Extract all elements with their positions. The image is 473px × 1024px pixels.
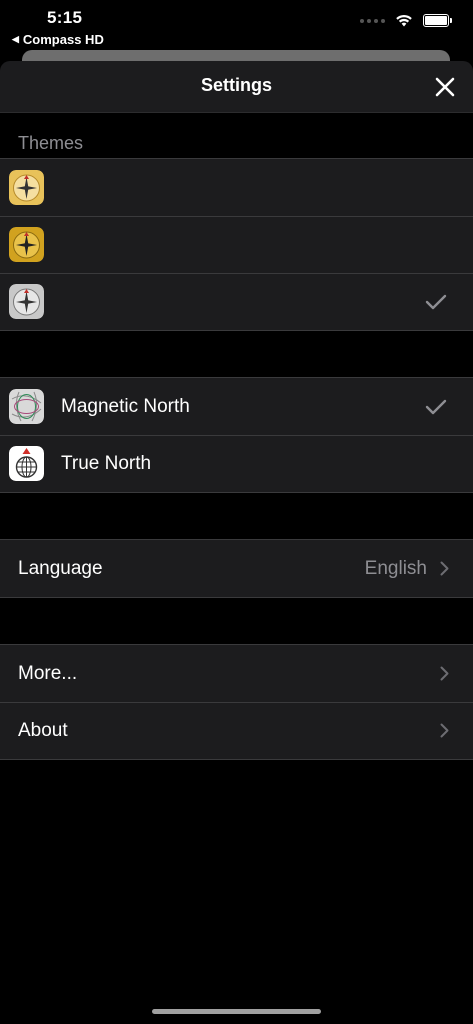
- settings-sheet: Settings Themes Magnetic North True Nort…: [0, 61, 473, 1024]
- compass-gold-dark-icon: [9, 227, 44, 262]
- more-list: More... About: [0, 644, 473, 760]
- home-indicator[interactable]: [152, 1009, 321, 1014]
- chevron-right-icon: [440, 666, 449, 681]
- status-icons: [360, 14, 452, 27]
- language-value: English: [364, 557, 427, 579]
- back-app-label: Compass HD: [22, 32, 104, 47]
- about-row[interactable]: About: [0, 702, 473, 759]
- theme-row-gold-dark[interactable]: [0, 216, 473, 273]
- magnetic-north-row[interactable]: Magnetic North: [0, 378, 473, 435]
- nav-bar: Settings: [0, 61, 473, 113]
- close-icon[interactable]: [433, 75, 457, 99]
- back-triangle-icon: ◀: [12, 34, 19, 44]
- more-label: More...: [18, 662, 78, 684]
- about-label: About: [18, 719, 68, 741]
- theme-row-silver[interactable]: [0, 273, 473, 330]
- north-list: Magnetic North True North: [0, 377, 473, 493]
- cellular-signal-icon: [360, 18, 385, 23]
- magnetic-north-icon: [9, 389, 44, 424]
- language-row[interactable]: Language English: [0, 540, 473, 597]
- themes-list: [0, 158, 473, 331]
- magnetic-north-label: Magnetic North: [61, 395, 190, 417]
- true-north-row[interactable]: True North: [0, 435, 473, 492]
- checkmark-icon: [425, 399, 447, 414]
- section-gap: [0, 331, 473, 377]
- back-to-app-link[interactable]: ◀ Compass HD: [12, 32, 104, 47]
- theme-row-gold-light[interactable]: [0, 159, 473, 216]
- page-title: Settings: [200, 75, 272, 95]
- battery-icon: [423, 14, 452, 27]
- true-north-icon: [9, 446, 44, 481]
- compass-silver-icon: [9, 284, 44, 319]
- chevron-right-icon: [440, 561, 449, 576]
- chevron-right-icon: [440, 723, 449, 738]
- status-time: 5:15: [47, 8, 83, 27]
- true-north-label: True North: [61, 452, 152, 474]
- compass-gold-light-icon: [9, 170, 44, 205]
- more-row[interactable]: More...: [0, 645, 473, 702]
- language-list: Language English: [0, 539, 473, 598]
- checkmark-icon: [425, 294, 447, 309]
- language-label: Language: [18, 557, 103, 579]
- themes-header: Themes: [18, 133, 84, 153]
- wifi-icon: [396, 14, 412, 27]
- section-gap: [0, 493, 473, 539]
- section-gap: [0, 598, 473, 644]
